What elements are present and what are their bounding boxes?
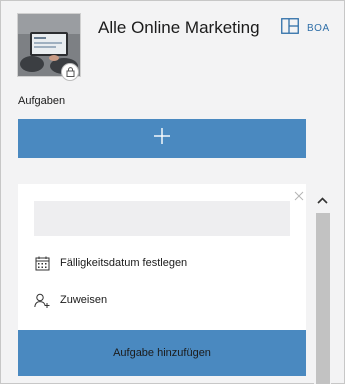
new-task-card: Fälligkeitsdatum festlegen Zuweisen Aufg… (18, 184, 306, 376)
task-title-input[interactable] (34, 201, 290, 236)
close-icon[interactable] (294, 188, 304, 201)
group-header: Alle Online Marketing BOA (1, 1, 344, 85)
add-person-icon (34, 292, 50, 308)
calendar-icon (34, 255, 50, 271)
set-due-date-label: Fälligkeitsdatum festlegen (60, 257, 188, 269)
lock-icon (61, 63, 79, 81)
add-task-button[interactable] (18, 119, 306, 158)
board-view-icon (281, 17, 299, 39)
scroll-up-button[interactable] (314, 191, 331, 209)
tasks-section-label: Aufgaben (18, 95, 66, 107)
assign-button[interactable]: Zuweisen (34, 292, 107, 308)
tab-board[interactable]: BOA (281, 11, 345, 45)
tab-board-label: BOA (307, 22, 330, 34)
set-due-date-button[interactable]: Fälligkeitsdatum festlegen (34, 255, 187, 271)
group-title: Alle Online Marketing (98, 18, 260, 37)
plus-icon (153, 127, 171, 150)
add-task-submit-button[interactable]: Aufgabe hinzufügen (18, 330, 306, 376)
assign-label: Zuweisen (60, 294, 108, 306)
scrollbar-thumb[interactable] (316, 213, 330, 384)
chevron-up-icon (317, 191, 328, 209)
